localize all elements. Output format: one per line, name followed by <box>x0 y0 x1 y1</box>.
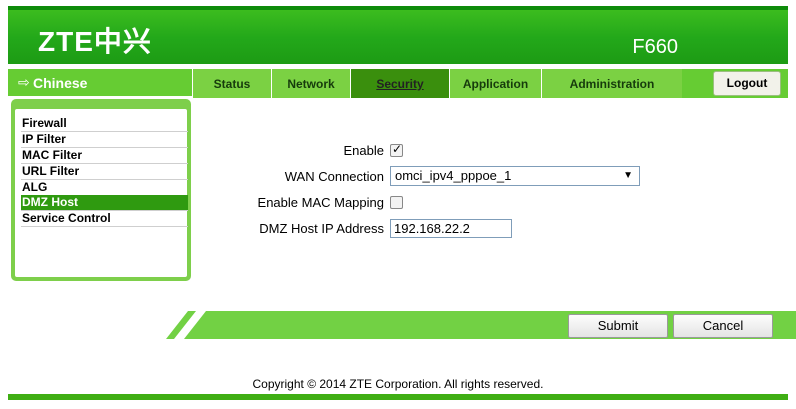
sidebar-item-ip-filter[interactable]: IP Filter <box>21 132 188 148</box>
mac-mapping-label: Enable MAC Mapping <box>257 195 384 210</box>
language-label[interactable]: Chinese <box>33 75 87 91</box>
submit-button[interactable]: Submit <box>568 314 668 338</box>
sidebar-item-dmz-host[interactable]: DMZ Host <box>21 195 188 211</box>
wan-connection-value: omci_ipv4_pppoe_1 <box>395 168 512 183</box>
enable-checkbox[interactable]: ✓ <box>390 142 403 157</box>
tab-status[interactable]: Status <box>192 69 271 98</box>
header-top-line <box>8 6 788 10</box>
sidebar: Firewall IP Filter MAC Filter URL Filter… <box>11 99 191 281</box>
sidebar-item-alg[interactable]: ALG <box>21 180 188 196</box>
arrow-right-icon: ⇨ <box>18 74 30 90</box>
device-model: F660 <box>632 36 678 58</box>
tab-administration[interactable]: Administration <box>541 69 682 98</box>
dmz-ip-label: DMZ Host IP Address <box>259 221 384 236</box>
language-switch[interactable]: ⇨ Chinese <box>8 69 192 96</box>
tab-security[interactable]: Security <box>350 69 449 98</box>
sidebar-item-url-filter[interactable]: URL Filter <box>21 164 188 180</box>
footer-bar <box>8 394 788 400</box>
enable-label: Enable <box>343 143 384 158</box>
wan-connection-label: WAN Connection <box>284 169 384 184</box>
copyright-text: Copyright © 2014 ZTE Corporation. All ri… <box>252 377 544 391</box>
zte-logo: ZTE中兴 <box>38 26 152 57</box>
sidebar-menu: Firewall IP Filter MAC Filter URL Filter… <box>15 109 188 277</box>
sidebar-item-service-control[interactable]: Service Control <box>21 211 188 227</box>
mac-mapping-checkbox[interactable] <box>390 196 403 209</box>
tab-application[interactable]: Application <box>449 69 541 98</box>
dmz-ip-input[interactable]: 192.168.22.2 <box>390 219 512 238</box>
dropdown-arrow-icon: ▼ <box>623 170 633 181</box>
header-banner: ZTE中兴 F660 <box>8 6 788 64</box>
logout-button[interactable]: Logout <box>713 71 781 96</box>
sidebar-item-mac-filter[interactable]: MAC Filter <box>21 148 188 164</box>
tab-network[interactable]: Network <box>271 69 350 98</box>
tab-bar: Status Network Security Application Admi… <box>192 69 788 98</box>
sidebar-item-firewall[interactable]: Firewall <box>21 116 188 132</box>
cancel-button[interactable]: Cancel <box>673 314 773 338</box>
checkmark-icon: ✓ <box>392 142 403 156</box>
wan-connection-select[interactable]: omci_ipv4_pppoe_1 ▼ <box>390 166 640 186</box>
